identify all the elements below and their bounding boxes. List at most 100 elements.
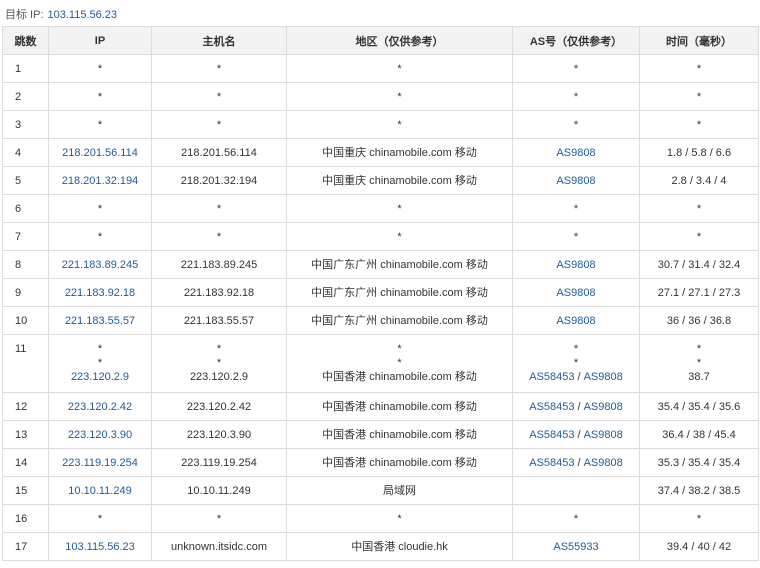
time-cell-text: 38.7: [688, 371, 710, 383]
ip-cell: 223.120.3.90: [48, 420, 152, 449]
as-separator: /: [577, 456, 581, 469]
region-cell-text: 中国广东广州 chinamobile.com 移动: [311, 258, 488, 271]
as-cell: AS9808: [512, 166, 640, 195]
hop-cell: 2: [2, 82, 49, 111]
table-row: 15 10.10.11.249 10.10.11.249 局域网 37.4 / 38.2…: [2, 476, 759, 505]
time-cell: *: [639, 222, 759, 251]
ip-link[interactable]: 218.201.56.114: [62, 147, 138, 159]
region-cell-line: *: [287, 342, 512, 356]
as-link[interactable]: AS9808: [556, 315, 595, 327]
hostname-cell-line: *: [152, 342, 286, 356]
as-link[interactable]: AS9808: [556, 175, 595, 187]
as-cell: AS9808: [512, 278, 640, 307]
hostname-cell-text: *: [216, 90, 222, 103]
as-cell: AS55933: [512, 532, 640, 561]
ip-link[interactable]: 223.119.19.254: [62, 457, 138, 469]
hop-cell: 9: [2, 278, 49, 307]
hostname-cell-line: 223.120.2.9: [152, 370, 286, 384]
ip-cell-text: *: [97, 357, 103, 369]
as-link[interactable]: AS9808: [584, 401, 623, 413]
ip-cell: 218.201.56.114: [48, 138, 152, 167]
hop-cell: 17: [2, 532, 49, 561]
hop-cell: 14: [2, 448, 49, 477]
hop-cell: 16: [2, 504, 49, 533]
time-cell-text: *: [696, 62, 702, 75]
region-cell-text: 中国香港 chinamobile.com 移动: [322, 456, 477, 469]
ip-cell: *: [48, 504, 152, 533]
as-separator: /: [577, 371, 581, 383]
ip-link[interactable]: 221.183.89.245: [62, 259, 138, 271]
as-cell: AS58453/AS9808: [512, 420, 640, 449]
time-cell-text: 30.7 / 31.4 / 32.4: [657, 258, 741, 271]
hostname-cell-text: *: [216, 512, 222, 525]
hostname-cell-text: 221.183.89.245: [180, 258, 258, 271]
time-cell-text: 1.8 / 5.8 / 6.6: [666, 146, 732, 159]
as-link[interactable]: AS9808: [584, 371, 623, 383]
as-text: *: [573, 118, 579, 131]
as-link[interactable]: AS9808: [584, 457, 623, 469]
region-cell-text: *: [397, 118, 402, 131]
time-cell: 35.4 / 35.4 / 35.6: [639, 392, 759, 421]
ip-cell-text: *: [97, 90, 103, 103]
traceroute-table: 跳数 IP 主机名 地区（仅供参考） AS号（仅供参考） 时间（毫秒） 1 * * *…: [2, 26, 759, 561]
ip-link[interactable]: 218.201.32.194: [62, 175, 138, 187]
region-cell: 中国重庆 chinamobile.com 移动: [286, 138, 513, 167]
hostname-cell: *: [151, 504, 287, 533]
ip-link[interactable]: 221.183.92.18: [65, 287, 135, 299]
ip-cell-line: *: [49, 342, 151, 356]
ip-cell-text: *: [97, 512, 103, 525]
as-cell: AS9808: [512, 138, 640, 167]
table-row: 5 218.201.32.194 218.201.32.194 中国重庆 chinam…: [2, 166, 759, 195]
as-link[interactable]: AS9808: [584, 429, 623, 441]
region-cell-text: 中国重庆 chinamobile.com 移动: [322, 146, 477, 159]
as-link[interactable]: AS58453: [529, 401, 574, 413]
region-cell: *: [286, 222, 513, 251]
as-link[interactable]: AS55933: [553, 541, 598, 553]
as-text: *: [573, 62, 579, 75]
table-row: 13 223.120.3.90 223.120.3.90 中国香港 chinamobi…: [2, 420, 759, 449]
hostname-cell: 221.183.92.18: [151, 278, 287, 307]
as-text: *: [573, 90, 579, 103]
region-cell-text: 中国香港 chinamobile.com 移动: [322, 428, 477, 441]
ip-link[interactable]: 10.10.11.249: [68, 485, 131, 497]
as-cell-line: AS58453/AS9808: [513, 370, 639, 384]
ip-cell-text: *: [97, 230, 103, 243]
as-cell: *: [512, 110, 640, 139]
target-ip-line: 目标 IP: 103.115.56.23: [0, 0, 760, 26]
ip-cell-line: *: [49, 356, 151, 370]
ip-cell: *: [48, 54, 152, 83]
as-separator: /: [577, 400, 581, 413]
time-cell-text: 36 / 36 / 36.8: [666, 314, 732, 327]
ip-cell: 223.120.2.42: [48, 392, 152, 421]
region-cell-text: *: [397, 230, 402, 243]
ip-link[interactable]: 221.183.55.57: [65, 315, 135, 327]
region-cell-text: *: [397, 90, 402, 103]
as-link[interactable]: AS58453: [529, 457, 574, 469]
table-row: 11 * * 223.120.2.9 * * 223.120.2.9 * * 中国香港 china…: [2, 334, 759, 393]
as-link[interactable]: AS58453: [529, 429, 574, 441]
time-cell-text: *: [696, 357, 702, 369]
as-text: *: [573, 357, 579, 369]
region-cell: 中国香港 chinamobile.com 移动: [286, 448, 513, 477]
as-link[interactable]: AS58453: [529, 371, 574, 383]
region-cell-text: 中国广东广州 chinamobile.com 移动: [311, 286, 488, 299]
table-row: 12 223.120.2.42 223.120.2.42 中国香港 chinamobi…: [2, 392, 759, 421]
as-cell-line: *: [513, 356, 639, 370]
as-link[interactable]: AS9808: [556, 147, 595, 159]
ip-link[interactable]: 223.120.2.9: [71, 371, 129, 383]
ip-cell: *: [48, 110, 152, 139]
ip-link[interactable]: 223.120.3.90: [68, 429, 132, 441]
as-link[interactable]: AS9808: [556, 259, 595, 271]
as-link[interactable]: AS9808: [556, 287, 595, 299]
hop-cell: 5: [2, 166, 49, 195]
ip-link[interactable]: 223.120.2.42: [68, 401, 132, 413]
region-cell-text: 中国广东广州 chinamobile.com 移动: [311, 314, 488, 327]
region-cell-text: *: [397, 357, 402, 369]
hostname-cell-text: 221.183.55.57: [183, 314, 255, 327]
ip-link[interactable]: 103.115.56.23: [65, 541, 135, 553]
as-cell: AS9808: [512, 250, 640, 279]
as-cell: AS58453/AS9808: [512, 448, 640, 477]
hostname-cell: 223.120.2.42: [151, 392, 287, 421]
hostname-cell-text: 10.10.11.249: [187, 484, 251, 497]
header-as: AS号（仅供参考）: [512, 26, 640, 55]
